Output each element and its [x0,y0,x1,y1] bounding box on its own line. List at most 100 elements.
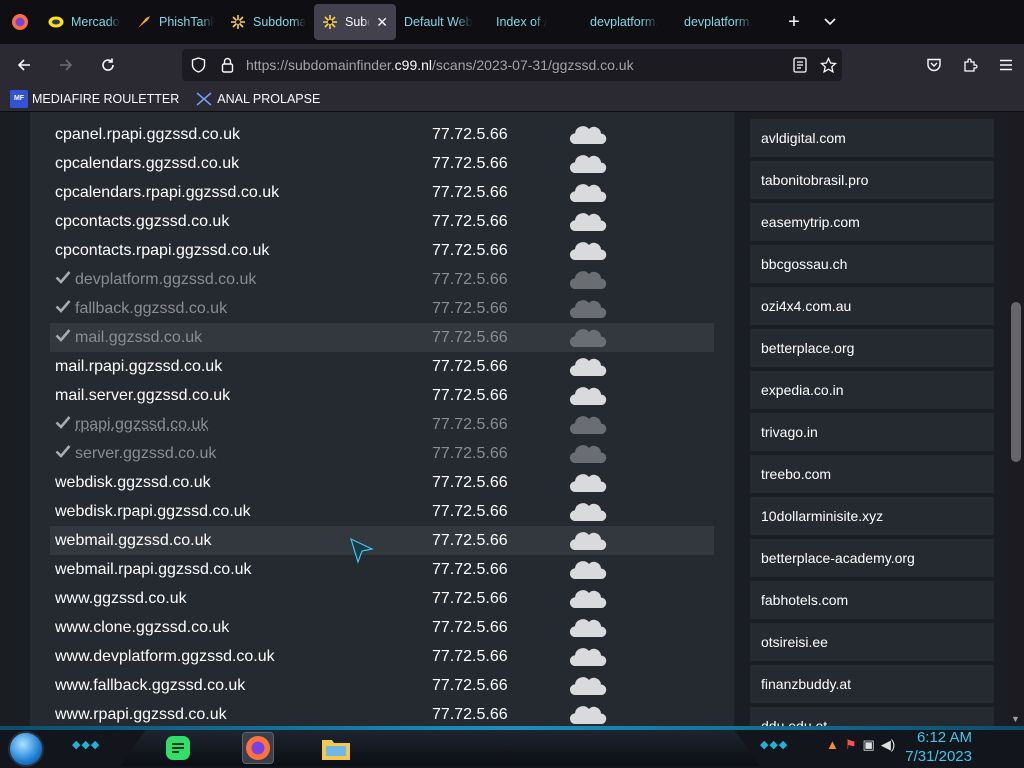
subdomain-name[interactable]: webmail.rpapi.ggzssd.co.uk [55,561,252,579]
subdomain-name[interactable]: www.clone.ggzssd.co.uk [55,619,229,637]
subdomain-row[interactable]: fallback.ggzssd.co.uk 77.72.5.66 [50,294,714,323]
subdomain-row[interactable]: www.rpapi.ggzssd.co.uk 77.72.5.66 [50,700,714,726]
subdomain-text: webdisk.rpapi.ggzssd.co.uk [55,502,251,520]
subdomain-row[interactable]: mail.server.ggzssd.co.uk 77.72.5.66 [50,381,714,410]
subdomain-name[interactable]: cpanel.rpapi.ggzssd.co.uk [55,126,240,144]
related-domain-item[interactable]: tabonitobrasil.pro [750,161,994,199]
url-text[interactable]: https://subdomainfinder.c99.nl/scans/202… [246,57,634,73]
subdomain-name[interactable]: webdisk.rpapi.ggzssd.co.uk [55,503,251,521]
taskbar-file-explorer-app[interactable] [320,732,352,764]
tab-1[interactable]: Mercado [40,4,128,40]
subdomain-name[interactable]: www.devplatform.ggzssd.co.uk [55,648,275,666]
network-icon[interactable]: ▣ [863,737,875,753]
subdomain-row[interactable]: www.clone.ggzssd.co.uk 77.72.5.66 [50,613,714,642]
subdomain-name[interactable]: www.fallback.ggzssd.co.uk [55,677,245,695]
forward-button[interactable] [48,49,84,81]
subdomain-name[interactable]: www.rpapi.ggzssd.co.uk [55,706,227,724]
related-domain-item[interactable]: otsireisi.ee [750,623,994,661]
subdomain-row[interactable]: webmail.rpapi.ggzssd.co.uk 77.72.5.66 [50,555,714,584]
subdomain-row[interactable]: webdisk.ggzssd.co.uk 77.72.5.66 [50,468,714,497]
tab-7[interactable]: devplatform. [582,4,676,40]
bookmark-anal-prolapse[interactable]: ANAL PROLAPSE [195,90,320,108]
subdomain-row[interactable]: www.fallback.ggzssd.co.uk 77.72.5.66 [50,671,714,700]
subdomain-name[interactable]: www.ggzssd.co.uk [55,590,187,608]
subdomain-name[interactable]: mail.server.ggzssd.co.uk [55,387,230,405]
bookmark-mediafire-rouletter[interactable]: MF MEDIAFIRE ROULETTER [10,89,179,108]
extensions-button[interactable] [952,57,988,73]
subdomain-name[interactable]: rpapi.ggzssd.co.uk [55,415,208,434]
tab-5[interactable]: Default Web [396,4,488,40]
subdomain-row[interactable]: cpcalendars.ggzssd.co.uk 77.72.5.66 [50,149,714,178]
reader-view-button[interactable] [786,57,814,73]
related-domain-item[interactable]: betterplace-academy.org [750,539,994,577]
related-domain-item[interactable]: treebo.com [750,455,994,493]
subdomain-row[interactable]: rpapi.ggzssd.co.uk 77.72.5.66 [50,410,714,439]
subdomain-name[interactable]: cpcontacts.rpapi.ggzssd.co.uk [55,242,269,260]
related-domain-item[interactable]: easemytrip.com [750,203,994,241]
menu-button[interactable] [988,59,1024,71]
page-scrollbar[interactable]: ▼ [1008,112,1024,726]
subdomain-row[interactable]: mail.rpapi.ggzssd.co.uk 77.72.5.66 [50,352,714,381]
subdomain-row[interactable]: www.ggzssd.co.uk 77.72.5.66 [50,584,714,613]
related-domain-item[interactable]: trivago.in [750,413,994,451]
subdomain-row[interactable]: webdisk.rpapi.ggzssd.co.uk 77.72.5.66 [50,497,714,526]
related-domain-item[interactable]: 10dollarminisite.xyz [750,497,994,535]
subdomain-row[interactable]: www.devplatform.ggzssd.co.uk 77.72.5.66 [50,642,714,671]
subdomain-row[interactable]: server.ggzssd.co.uk 77.72.5.66 [50,439,714,468]
subdomain-row[interactable]: cpanel.rpapi.ggzssd.co.uk 77.72.5.66 [50,120,714,149]
subdomain-name[interactable]: fallback.ggzssd.co.uk [55,299,227,318]
tab-2[interactable]: PhishTank [128,4,222,40]
reload-button[interactable] [90,49,126,81]
ip-address: 77.72.5.66 [432,270,508,288]
scrollbar-thumb[interactable] [1011,302,1021,462]
close-tab-icon[interactable]: ✕ [376,14,388,31]
subdomain-name[interactable]: mail.ggzssd.co.uk [55,328,202,347]
subdomain-row[interactable]: mail.ggzssd.co.uk 77.72.5.66 [50,323,714,352]
list-all-tabs-button[interactable] [812,4,848,40]
subdomain-name[interactable]: webmail.ggzssd.co.uk [55,532,212,550]
subdomain-row[interactable]: cpcontacts.ggzssd.co.uk 77.72.5.66 [50,207,714,236]
tab-3[interactable]: Subdomain [222,4,314,40]
cloud-icon [568,299,608,319]
tracking-protection-button[interactable] [185,49,211,81]
new-tab-button[interactable]: + [776,4,812,40]
start-button[interactable] [8,731,44,767]
subdomain-name[interactable]: webdisk.ggzssd.co.uk [55,474,211,492]
subdomain-name[interactable]: cpcalendars.rpapi.ggzssd.co.uk [55,184,279,202]
subdomain-row[interactable]: cpcalendars.rpapi.ggzssd.co.uk 77.72.5.66 [50,178,714,207]
subdomain-name[interactable]: devplatform.ggzssd.co.uk [55,270,256,289]
site-info-button[interactable] [214,49,240,81]
pocket-button[interactable] [916,57,952,73]
taskbar-clock[interactable]: 6:12 AM 7/31/2023 [905,728,972,766]
ip-address: 77.72.5.66 [432,589,508,607]
bookmark-page-button[interactable] [814,56,842,74]
subdomain-name[interactable]: server.ggzssd.co.uk [55,444,216,463]
subdomain-text: cpcalendars.ggzssd.co.uk [55,154,240,172]
tab-6[interactable]: Index of / [488,4,582,40]
related-domain-item[interactable]: bbcgossau.ch [750,245,994,283]
related-domain-item[interactable]: ozi4x4.com.au [750,287,994,325]
related-domain-item[interactable]: betterplace.org [750,329,994,367]
taskbar-notes-app[interactable] [162,732,194,764]
related-domain-item[interactable]: expedia.co.in [750,371,994,409]
volume-icon[interactable]: ◀) [881,737,895,753]
subdomain-row[interactable]: cpcontacts.rpapi.ggzssd.co.uk 77.72.5.66 [50,236,714,265]
firefox-view-button[interactable] [0,0,40,44]
subdomain-name[interactable]: mail.rpapi.ggzssd.co.uk [55,358,222,376]
subdomain-name[interactable]: cpcontacts.ggzssd.co.uk [55,213,229,231]
url-bar[interactable]: https://subdomainfinder.c99.nl/scans/202… [182,49,842,81]
subdomain-name[interactable]: cpcalendars.ggzssd.co.uk [55,155,239,173]
subdomain-row[interactable]: devplatform.ggzssd.co.uk 77.72.5.66 [50,265,714,294]
related-domain-item[interactable]: avldigital.com [750,119,994,157]
related-domain-item[interactable]: finanzbuddy.at [750,665,994,703]
back-button[interactable] [6,49,42,81]
related-domain-item[interactable]: ddu.edu.et [750,707,994,726]
scroll-down-arrow[interactable]: ▼ [1011,714,1020,724]
tray-app-icon[interactable]: ▲ [826,737,839,753]
tab-8[interactable]: devplatform. [676,4,770,40]
related-domain-item[interactable]: fabhotels.com [750,581,994,619]
tray-flag-icon[interactable]: ⚑ [845,737,857,753]
subdomain-row[interactable]: webmail.ggzssd.co.uk 77.72.5.66 [50,526,714,555]
taskbar-firefox-app[interactable] [242,732,274,764]
tab-4[interactable]: Subdomain ✕ [314,4,396,40]
